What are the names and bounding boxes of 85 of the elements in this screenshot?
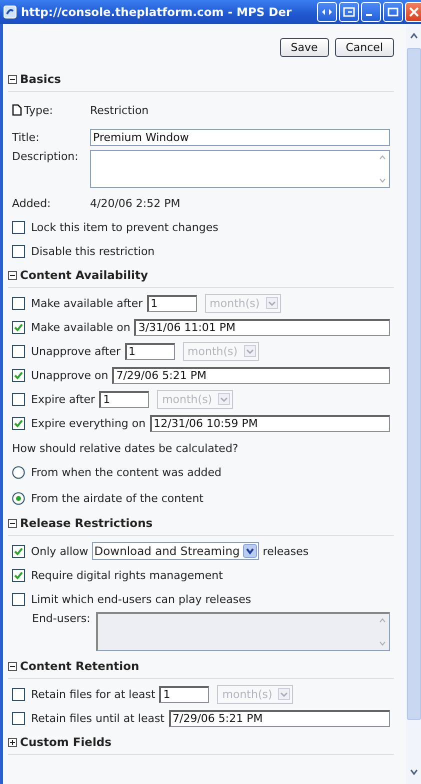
date-field[interactable]: 7/29/06 5:21 PM: [112, 366, 390, 384]
checkbox[interactable]: [12, 688, 25, 700]
radio-label: From the airdate of the content: [31, 492, 204, 504]
save-button[interactable]: Save: [280, 38, 329, 57]
down-icon: [378, 177, 387, 185]
caret-icon: [244, 345, 256, 357]
toggle-icon[interactable]: [8, 74, 17, 84]
caret-icon: [278, 688, 290, 700]
checkbox-label: Make available after: [31, 296, 143, 310]
checkbox-label: Limit which end-users can play releases: [31, 592, 252, 606]
text-area[interactable]: [90, 150, 390, 188]
minimize-icon: [366, 14, 372, 16]
section-title: Basics: [20, 72, 61, 86]
title-field[interactable]: Premium Window: [90, 128, 390, 146]
checkbox[interactable]: [12, 344, 25, 358]
window-icon: [343, 7, 355, 17]
checkbox-label: Expire after: [31, 392, 96, 406]
checkbox-label: Retain files for at least: [31, 688, 156, 700]
checkbox-label-suffix: releases: [262, 544, 309, 558]
toggle-icon[interactable]: [8, 518, 17, 528]
checkbox[interactable]: [12, 568, 25, 582]
radio-button[interactable]: [12, 466, 25, 478]
field-label: Description:: [12, 150, 80, 163]
field-label: Type:: [24, 104, 53, 116]
window-button[interactable]: [339, 2, 359, 22]
maximize-icon: [387, 7, 399, 17]
minimize-button[interactable]: [361, 2, 381, 22]
arrows-icon: [321, 7, 333, 17]
close-button[interactable]: [405, 2, 421, 22]
checkbox[interactable]: [12, 368, 25, 382]
question-text: How should relative dates be calculated?: [12, 440, 238, 454]
radio-label: From when the content was added: [31, 466, 222, 478]
up-icon: [378, 153, 387, 161]
page-icon: [3, 5, 17, 19]
section-title: Content Availability: [20, 268, 148, 282]
checkbox-label: Require digital rights management: [31, 568, 223, 582]
checkbox-label: Lock this item to prevent changes: [31, 220, 218, 234]
resize-button[interactable]: [317, 2, 337, 22]
radio-button[interactable]: [12, 492, 25, 504]
checkbox[interactable]: [12, 220, 25, 234]
number-field[interactable]: 1: [124, 342, 175, 360]
checkbox[interactable]: [12, 416, 25, 430]
checkbox-label: Unapprove on: [31, 368, 108, 382]
checkbox[interactable]: [12, 712, 25, 724]
field-label: Title:: [12, 130, 40, 144]
date-field[interactable]: 7/29/06 5:21 PM: [168, 710, 390, 726]
caret-icon: [218, 393, 230, 405]
scroll-thumb[interactable]: [406, 48, 420, 720]
caret-icon: [266, 297, 278, 309]
checkbox[interactable]: [12, 320, 25, 334]
window-title: http://console.theplatform.com - MPS Der: [21, 5, 293, 19]
checkbox-label: Unapprove after: [31, 344, 121, 358]
cancel-button[interactable]: Cancel: [334, 38, 394, 57]
date-field[interactable]: 3/31/06 11:01 PM: [134, 318, 390, 336]
scrollbar[interactable]: [406, 24, 421, 784]
checkbox[interactable]: [12, 592, 25, 606]
checkbox[interactable]: [12, 544, 25, 558]
field-value: Restriction: [90, 104, 149, 116]
date-field[interactable]: 12/31/06 10:59 PM: [150, 414, 390, 432]
checkbox[interactable]: [12, 296, 25, 310]
checkbox[interactable]: [12, 244, 25, 258]
section-title: Custom Fields: [20, 735, 112, 749]
field-label: End-users:: [32, 612, 92, 625]
number-field[interactable]: 1: [99, 390, 150, 408]
toggle-icon[interactable]: [8, 662, 17, 670]
caret-icon: [242, 544, 257, 558]
number-field[interactable]: 1: [159, 686, 210, 702]
number-field[interactable]: 1: [146, 294, 197, 312]
checkbox-label: Disable this restriction: [31, 244, 155, 258]
maximize-button[interactable]: [383, 2, 403, 22]
toggle-icon[interactable]: [8, 270, 17, 280]
checkbox-label: Retain files until at least: [31, 712, 164, 724]
section-title: Content Retention: [20, 659, 140, 673]
checkbox-label: Make available on: [31, 320, 130, 334]
checkbox-label: Expire everything on: [31, 416, 146, 430]
checkbox-label: Only allow: [31, 544, 88, 558]
down-icon: [378, 640, 387, 648]
close-icon: [408, 7, 420, 17]
up-icon: [378, 616, 387, 624]
field-value: 4/20/06 2:52 PM: [90, 196, 180, 210]
toggle-icon[interactable]: [8, 738, 17, 746]
release-type-dropdown[interactable]: Download and Streaming: [92, 542, 259, 560]
field-label: Added:: [12, 196, 51, 210]
section-title: Release Restrictions: [20, 516, 153, 530]
checkbox[interactable]: [12, 392, 25, 406]
